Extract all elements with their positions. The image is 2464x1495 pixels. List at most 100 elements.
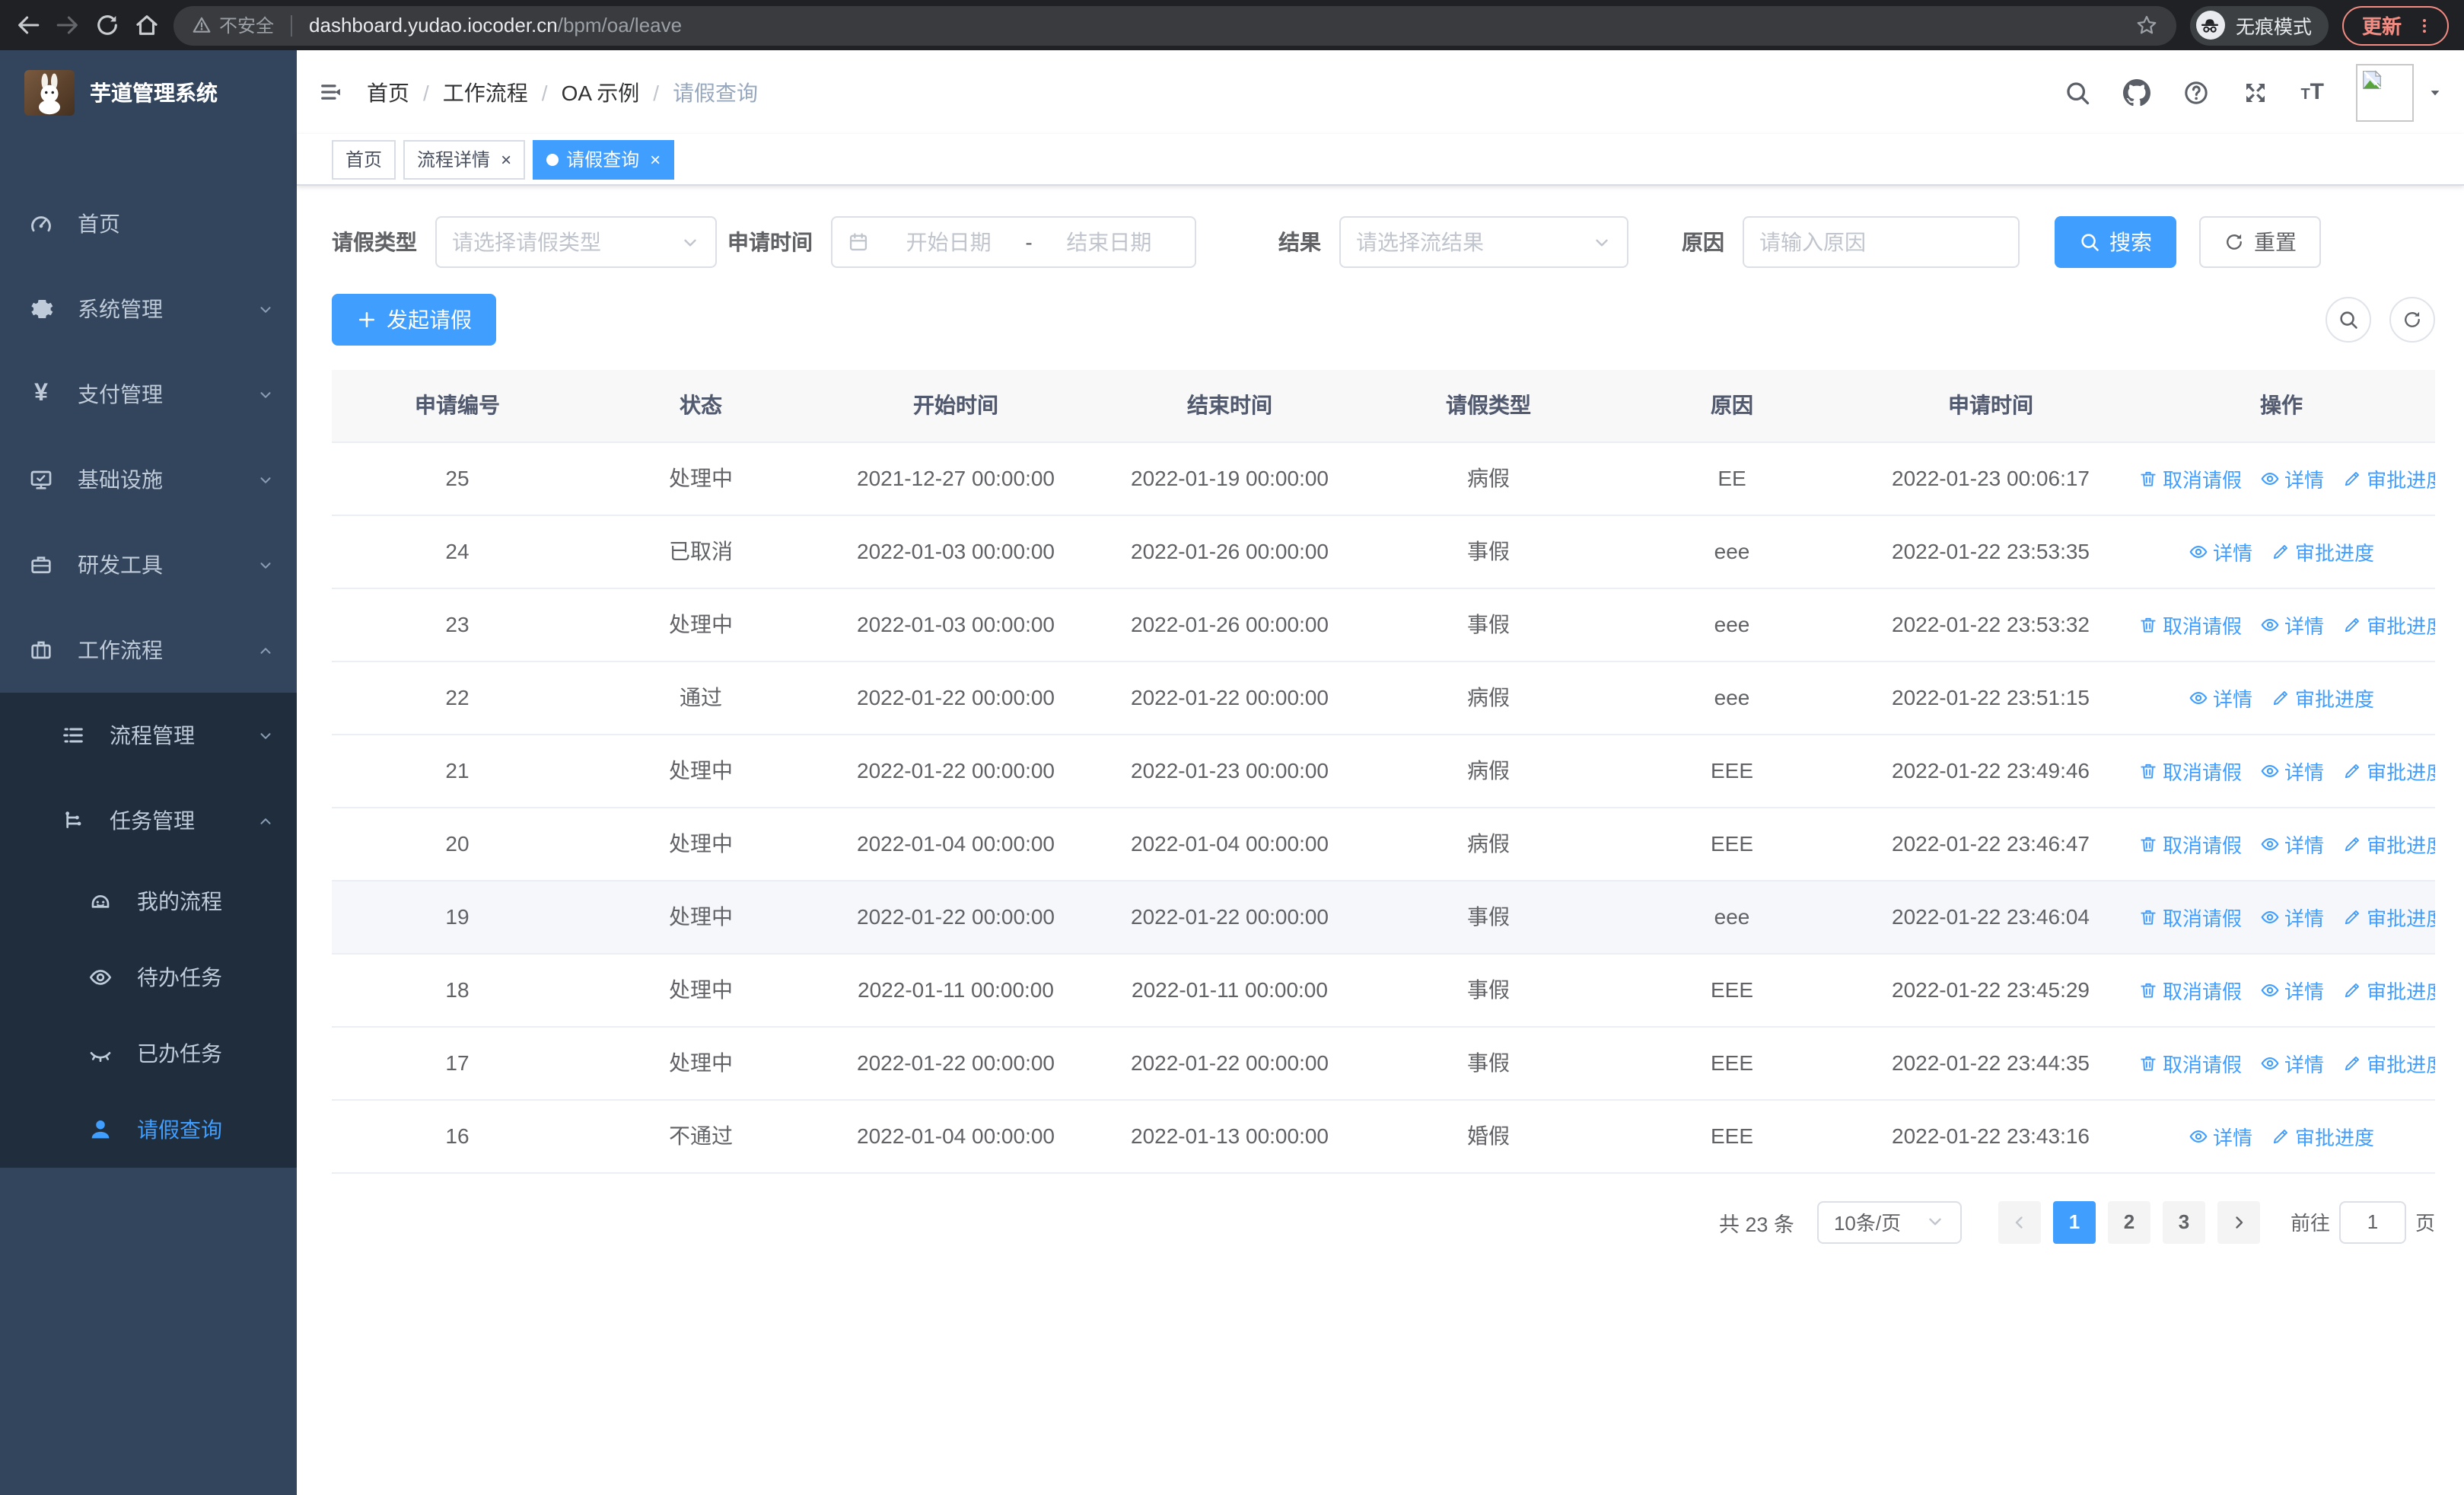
- github-icon[interactable]: [2122, 78, 2150, 106]
- table-row[interactable]: 24 已取消 2022-01-03 00:00:00 2022-01-26 00…: [332, 515, 2435, 588]
- chevron-down-icon: [257, 727, 274, 744]
- search-button-label: 搜索: [2109, 230, 2152, 254]
- cancel-action[interactable]: 取消请假: [2138, 1048, 2242, 1077]
- detail-action[interactable]: 详情: [2260, 610, 2324, 639]
- avatar-caret-icon[interactable]: [2427, 84, 2443, 100]
- logo-row[interactable]: 芋道管理系统: [0, 50, 297, 134]
- cell-type: 婚假: [1367, 1099, 1610, 1173]
- cancel-action[interactable]: 取消请假: [2138, 829, 2242, 858]
- browser-home-icon[interactable]: [134, 12, 160, 38]
- refresh-table-button[interactable]: [2389, 297, 2435, 343]
- sidebar-item-payment-mgmt[interactable]: ¥ 支付管理: [0, 352, 297, 437]
- sidebar-item-done-task[interactable]: 已办任务: [0, 1015, 297, 1092]
- bookmark-star-icon[interactable]: [2135, 14, 2158, 37]
- avatar[interactable]: [2356, 63, 2414, 121]
- tag-请假查询[interactable]: 请假查询 ×: [533, 139, 675, 179]
- progress-action[interactable]: 审批进度: [2271, 1121, 2374, 1150]
- cancel-action[interactable]: 取消请假: [2138, 610, 2242, 639]
- table-row[interactable]: 18 处理中 2022-01-11 00:00:00 2022-01-11 00…: [332, 953, 2435, 1027]
- progress-action[interactable]: 审批进度: [2342, 829, 2435, 858]
- sidebar-item-dev-tools[interactable]: 研发工具: [0, 522, 297, 607]
- table-row[interactable]: 17 处理中 2022-01-22 00:00:00 2022-01-22 00…: [332, 1026, 2435, 1100]
- detail-action[interactable]: 详情: [2189, 1121, 2252, 1150]
- detail-action[interactable]: 详情: [2260, 1048, 2324, 1077]
- address-bar[interactable]: 不安全 dashboard.yudao.iocoder.cn/bpm/oa/le…: [173, 5, 2176, 45]
- start-date-placeholder[interactable]: 开始日期: [878, 227, 1019, 257]
- table-row[interactable]: 20 处理中 2022-01-04 00:00:00 2022-01-04 00…: [332, 807, 2435, 881]
- progress-action[interactable]: 审批进度: [2342, 975, 2435, 1004]
- table-row[interactable]: 23 处理中 2022-01-03 00:00:00 2022-01-26 00…: [332, 588, 2435, 661]
- hamburger-icon[interactable]: [320, 81, 342, 104]
- cancel-action[interactable]: 取消请假: [2138, 902, 2242, 931]
- sidebar-item-task-mgmt[interactable]: 任务管理: [0, 778, 297, 863]
- table-row[interactable]: 19 处理中 2022-01-22 00:00:00 2022-01-22 00…: [332, 880, 2435, 954]
- table-row[interactable]: 25 处理中 2021-12-27 00:00:00 2022-01-19 00…: [332, 441, 2435, 515]
- breadcrumb-item[interactable]: 工作流程: [443, 77, 528, 107]
- font-size-icon[interactable]: TT: [2300, 78, 2324, 106]
- sidebar-item-leave-query[interactable]: 请假查询: [0, 1092, 297, 1168]
- breadcrumb-item[interactable]: 首页: [367, 77, 409, 107]
- page-size-select[interactable]: 10条/页: [1816, 1200, 1962, 1243]
- tag-流程详情[interactable]: 流程详情 ×: [403, 139, 526, 179]
- breadcrumb-item[interactable]: OA 示例: [562, 77, 640, 107]
- detail-action[interactable]: 详情: [2260, 756, 2324, 785]
- help-icon[interactable]: [2182, 78, 2209, 106]
- sidebar-item-infrastructure[interactable]: 基础设施: [0, 437, 297, 522]
- prev-page-button[interactable]: [1998, 1200, 2041, 1243]
- gauge-icon: [29, 212, 53, 236]
- toggle-search-button[interactable]: [2326, 297, 2371, 343]
- page-button-1[interactable]: 1: [2052, 1200, 2096, 1243]
- reset-button[interactable]: 重置: [2199, 216, 2321, 268]
- page-button-3[interactable]: 3: [2162, 1200, 2205, 1243]
- apply-time-range-input[interactable]: 开始日期 - 结束日期: [831, 216, 1196, 268]
- detail-action[interactable]: 详情: [2260, 975, 2324, 1004]
- goto-page-input[interactable]: 1: [2338, 1200, 2406, 1243]
- progress-action[interactable]: 审批进度: [2342, 610, 2435, 639]
- leave-type-select[interactable]: 请选择请假类型: [435, 216, 717, 268]
- close-icon[interactable]: ×: [501, 150, 511, 168]
- close-icon[interactable]: ×: [650, 150, 661, 168]
- create-leave-button[interactable]: 发起请假: [332, 294, 496, 346]
- progress-action[interactable]: 审批进度: [2342, 902, 2435, 931]
- progress-action[interactable]: 审批进度: [2342, 756, 2435, 785]
- detail-action[interactable]: 详情: [2260, 829, 2324, 858]
- url-host: dashboard.yudao.iocoder.cn: [309, 14, 558, 37]
- fullscreen-icon[interactable]: [2241, 78, 2268, 106]
- column-header: 请假类型: [1367, 370, 1610, 442]
- search-button[interactable]: 搜索: [2055, 216, 2176, 268]
- sidebar-item-workflow[interactable]: 工作流程: [0, 607, 297, 693]
- browser-forward-icon[interactable]: [55, 12, 81, 38]
- sidebar-item-my-process[interactable]: 我的流程: [0, 863, 297, 939]
- sidebar-item-system-mgmt[interactable]: 系统管理: [0, 266, 297, 352]
- sidebar-item-process-mgmt[interactable]: 流程管理: [0, 693, 297, 778]
- reason-input[interactable]: 请输入原因: [1743, 216, 2020, 268]
- end-date-placeholder[interactable]: 结束日期: [1039, 227, 1179, 257]
- progress-action[interactable]: 审批进度: [2271, 683, 2374, 712]
- security-chip[interactable]: 不安全: [192, 12, 274, 38]
- progress-action[interactable]: 审批进度: [2342, 1048, 2435, 1077]
- cancel-action[interactable]: 取消请假: [2138, 756, 2242, 785]
- page-button-2[interactable]: 2: [2107, 1200, 2150, 1243]
- search-icon[interactable]: [2063, 78, 2090, 106]
- browser-back-icon[interactable]: [15, 12, 41, 38]
- browser-update-button[interactable]: 更新: [2341, 5, 2449, 45]
- cell-type: 病假: [1367, 734, 1610, 808]
- sidebar-item-todo-task[interactable]: 待办任务: [0, 939, 297, 1015]
- detail-action[interactable]: 详情: [2260, 902, 2324, 931]
- result-select[interactable]: 请选择流结果: [1339, 216, 1628, 268]
- browser-menu-icon[interactable]: [2415, 16, 2434, 34]
- progress-action[interactable]: 审批进度: [2342, 464, 2435, 492]
- progress-action[interactable]: 审批进度: [2271, 537, 2374, 566]
- table-row[interactable]: 16 不通过 2022-01-04 00:00:00 2022-01-13 00…: [332, 1099, 2435, 1173]
- table-row[interactable]: 22 通过 2022-01-22 00:00:00 2022-01-22 00:…: [332, 661, 2435, 735]
- detail-action[interactable]: 详情: [2260, 464, 2324, 492]
- tag-首页[interactable]: 首页: [332, 139, 396, 179]
- cancel-action[interactable]: 取消请假: [2138, 975, 2242, 1004]
- sidebar-item-home[interactable]: 首页: [0, 181, 297, 266]
- detail-action[interactable]: 详情: [2189, 537, 2252, 566]
- detail-action[interactable]: 详情: [2189, 683, 2252, 712]
- browser-reload-icon[interactable]: [94, 12, 120, 38]
- next-page-button[interactable]: [2217, 1200, 2260, 1243]
- table-row[interactable]: 21 处理中 2022-01-22 00:00:00 2022-01-23 00…: [332, 734, 2435, 808]
- cancel-action[interactable]: 取消请假: [2138, 464, 2242, 492]
